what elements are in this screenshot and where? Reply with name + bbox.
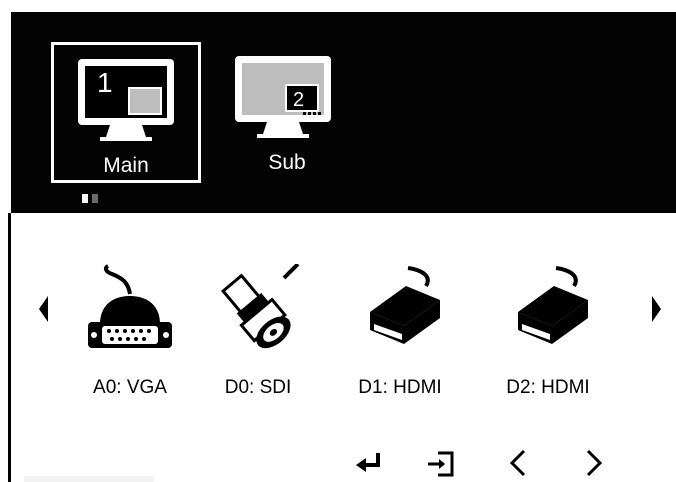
- hdmi-connector-icon: [370, 266, 440, 344]
- output-sub-tile[interactable]: 2 Sub: [231, 42, 343, 183]
- exit-icon[interactable]: [424, 445, 460, 481]
- left-border: [8, 213, 11, 482]
- top-margin: [0, 0, 676, 10]
- page-dot-inactive: [92, 194, 98, 203]
- enter-icon[interactable]: [352, 445, 388, 481]
- source-label-sdi: D0: SDI: [224, 377, 292, 398]
- page-dot-active: [82, 194, 88, 203]
- chevron-right-icon[interactable]: [576, 445, 612, 481]
- output-panel: 1 Main 2 Sub: [11, 12, 676, 210]
- output-main-tile[interactable]: 1 Main: [51, 42, 201, 183]
- hdmi-connector-icon: [518, 266, 588, 344]
- monitor-main-icon: 1: [78, 59, 174, 141]
- chevron-left-icon[interactable]: [500, 445, 536, 481]
- output-sub-number: 2: [293, 89, 304, 111]
- output-sub-label: Sub: [268, 151, 306, 174]
- vga-connector-icon: [88, 264, 172, 348]
- bnc-connector-icon: [220, 264, 300, 349]
- source-label-vga: A0: VGA: [93, 377, 167, 398]
- bottom-shadow: [24, 476, 154, 482]
- panel-divider: [11, 210, 676, 213]
- triangle-left-icon[interactable]: [39, 296, 48, 322]
- triangle-right-icon[interactable]: [652, 296, 661, 322]
- output-main-number: 1: [97, 67, 113, 98]
- source-label-hdmi-1: D1: HDMI: [358, 377, 442, 398]
- output-main-label: Main: [103, 154, 149, 177]
- page-indicator: [82, 190, 102, 208]
- source-label-hdmi-2: D2: HDMI: [506, 377, 590, 398]
- monitor-sub-icon: 2: [235, 56, 331, 138]
